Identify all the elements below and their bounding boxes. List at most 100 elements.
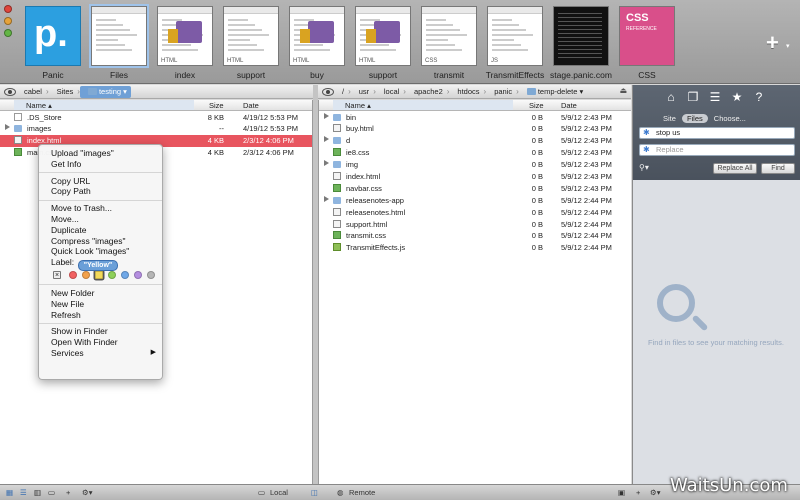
name-column-header[interactable]: Name ▴ bbox=[14, 100, 194, 110]
date-column-header[interactable]: Date bbox=[243, 101, 259, 110]
label-none-icon[interactable]: × bbox=[53, 270, 61, 279]
find-input[interactable]: ✱ stop us bbox=[639, 127, 795, 139]
label-color-swatch[interactable] bbox=[95, 270, 103, 279]
menu-duplicate[interactable]: Duplicate bbox=[39, 225, 162, 236]
tab-css[interactable]: CSS REFERENCE CSS bbox=[614, 3, 680, 83]
tab-files[interactable]: Files bbox=[86, 3, 152, 83]
scope-site-button[interactable]: Site bbox=[663, 114, 676, 123]
menu-open-with-finder[interactable]: Open With Finder bbox=[39, 337, 162, 348]
terminal-icon[interactable]: ▣ bbox=[618, 488, 625, 497]
label-color-swatch[interactable] bbox=[82, 270, 90, 279]
file-row[interactable]: navbar.css 0 B 5/9/12 2:43 PM bbox=[319, 182, 631, 194]
file-row[interactable]: .DS_Store 8 KB 4/19/12 5:53 PM bbox=[0, 111, 312, 123]
disclosure-triangle-icon[interactable] bbox=[324, 160, 329, 167]
date-column-header[interactable]: Date bbox=[561, 101, 577, 110]
local-label[interactable]: Local bbox=[270, 488, 288, 497]
bookmark-icon[interactable]: ★ bbox=[731, 91, 743, 103]
breadcrumb-apache2[interactable]: apache2 bbox=[406, 86, 447, 98]
file-row[interactable]: bin 0 B 5/9/12 2:43 PM bbox=[319, 111, 631, 123]
menu-get-info[interactable]: Get Info bbox=[39, 159, 162, 170]
find-button[interactable]: Find bbox=[761, 163, 795, 174]
breadcrumb-cabel[interactable]: cabel bbox=[16, 86, 46, 98]
help-icon[interactable]: ? bbox=[753, 91, 765, 103]
breadcrumb-local[interactable]: local bbox=[376, 86, 403, 98]
file-row[interactable]: releasenotes-app 0 B 5/9/12 2:44 PM bbox=[319, 194, 631, 206]
menu-services[interactable]: Services ▶ bbox=[39, 348, 162, 359]
gear-icon[interactable]: ⚙▾ bbox=[82, 488, 93, 497]
label-color-swatch[interactable] bbox=[134, 270, 142, 279]
label-color-swatch[interactable] bbox=[121, 270, 129, 279]
replace-input[interactable]: ✱ Replace bbox=[639, 144, 795, 156]
file-row[interactable]: images -- 4/19/12 5:53 PM bbox=[0, 123, 312, 135]
file-row[interactable]: releasenotes.html 0 B 5/9/12 2:44 PM bbox=[319, 206, 631, 218]
add-tab-menu-icon[interactable]: ▾ bbox=[786, 42, 790, 50]
breadcrumb-root[interactable]: / bbox=[334, 86, 348, 98]
menu-quick-look[interactable]: Quick Look "images" bbox=[39, 246, 162, 257]
scope-choose-button[interactable]: Choose... bbox=[714, 114, 746, 123]
column-view-icon[interactable]: ▥ bbox=[34, 488, 41, 497]
list-icon[interactable]: ☰ bbox=[709, 91, 721, 103]
minimize-window-button[interactable] bbox=[4, 17, 12, 25]
gear-icon[interactable]: ⚙▾ bbox=[650, 488, 661, 497]
menu-compress[interactable]: Compress "images" bbox=[39, 236, 162, 247]
disclosure-triangle-icon[interactable] bbox=[324, 136, 329, 143]
menu-move[interactable]: Move... bbox=[39, 214, 162, 225]
home-icon[interactable]: ⌂ bbox=[665, 91, 677, 103]
tab-index[interactable]: HTML index bbox=[152, 3, 218, 83]
file-row[interactable]: img 0 B 5/9/12 2:43 PM bbox=[319, 159, 631, 171]
file-row[interactable]: index.html 0 B 5/9/12 2:43 PM bbox=[319, 170, 631, 182]
tab-support[interactable]: HTML support bbox=[218, 3, 284, 83]
add-icon[interactable]: + bbox=[66, 488, 70, 497]
menu-new-folder[interactable]: New Folder bbox=[39, 288, 162, 299]
breadcrumb-panic[interactable]: panic bbox=[486, 86, 516, 98]
add-tab-button[interactable]: + bbox=[766, 30, 779, 56]
size-column-header[interactable]: Size bbox=[209, 101, 224, 110]
tab-buy[interactable]: HTML buy bbox=[284, 3, 350, 83]
tab-stage-panic-com[interactable]: stage.panic.com bbox=[548, 3, 614, 83]
tab-transmit[interactable]: CSS transmit bbox=[416, 3, 482, 83]
icon-view-icon[interactable]: ▦ bbox=[6, 488, 13, 497]
file-row[interactable]: transmit.css 0 B 5/9/12 2:44 PM bbox=[319, 230, 631, 242]
tab-transmiteffects[interactable]: JS TransmitEffects bbox=[482, 3, 548, 83]
menu-new-file[interactable]: New File bbox=[39, 299, 162, 310]
breadcrumb-sites[interactable]: Sites bbox=[49, 86, 78, 98]
label-color-swatch[interactable] bbox=[108, 270, 116, 279]
name-column-header[interactable]: Name ▴ bbox=[333, 100, 513, 110]
document-icon[interactable]: ❐ bbox=[687, 91, 699, 103]
eye-icon[interactable] bbox=[322, 87, 334, 96]
eject-icon[interactable]: ⏏ bbox=[619, 86, 627, 95]
file-row[interactable]: support.html 0 B 5/9/12 2:44 PM bbox=[319, 218, 631, 230]
add-icon[interactable]: + bbox=[636, 488, 640, 497]
menu-refresh[interactable]: Refresh bbox=[39, 310, 162, 321]
tab-panic[interactable]: p. Panic bbox=[20, 3, 86, 83]
menu-copy-url[interactable]: Copy URL bbox=[39, 176, 162, 187]
label-color-swatch[interactable] bbox=[69, 270, 77, 279]
file-row[interactable]: buy.html 0 B 5/9/12 2:43 PM bbox=[319, 123, 631, 135]
zoom-window-button[interactable] bbox=[4, 29, 12, 37]
label-color-swatch[interactable] bbox=[147, 270, 155, 279]
sidebar-toggle-icon[interactable]: ◫ bbox=[311, 488, 318, 497]
file-row[interactable]: ie8.css 0 B 5/9/12 2:43 PM bbox=[319, 147, 631, 159]
list-view-icon[interactable]: ☰ bbox=[20, 488, 27, 497]
breadcrumb-temp-delete[interactable]: temp-delete ▾ bbox=[519, 86, 587, 98]
tab-support[interactable]: HTML support bbox=[350, 3, 416, 83]
menu-upload[interactable]: Upload "images" bbox=[39, 148, 162, 159]
remote-label[interactable]: Remote bbox=[349, 488, 375, 497]
eye-icon[interactable] bbox=[4, 87, 16, 96]
scope-files-button[interactable]: Files bbox=[681, 114, 708, 123]
menu-copy-path[interactable]: Copy Path bbox=[39, 186, 162, 197]
close-window-button[interactable] bbox=[4, 5, 12, 13]
file-row[interactable]: d 0 B 5/9/12 2:43 PM bbox=[319, 135, 631, 147]
replace-all-button[interactable]: Replace All bbox=[713, 163, 757, 174]
disclosure-triangle-icon[interactable] bbox=[324, 195, 329, 202]
breadcrumb-testing[interactable]: testing ▾ bbox=[79, 85, 131, 98]
menu-move-to-trash[interactable]: Move to Trash... bbox=[39, 203, 162, 214]
breadcrumb-htdocs[interactable]: htdocs bbox=[449, 86, 483, 98]
coverflow-view-icon[interactable]: ▭ bbox=[48, 488, 55, 497]
search-options-icon[interactable]: ⚲▾ bbox=[639, 163, 649, 172]
size-column-header[interactable]: Size bbox=[529, 101, 544, 110]
menu-show-in-finder[interactable]: Show in Finder bbox=[39, 326, 162, 337]
breadcrumb-usr[interactable]: usr bbox=[351, 86, 373, 98]
disclosure-triangle-icon[interactable] bbox=[324, 112, 329, 119]
disclosure-triangle-icon[interactable] bbox=[5, 124, 10, 131]
